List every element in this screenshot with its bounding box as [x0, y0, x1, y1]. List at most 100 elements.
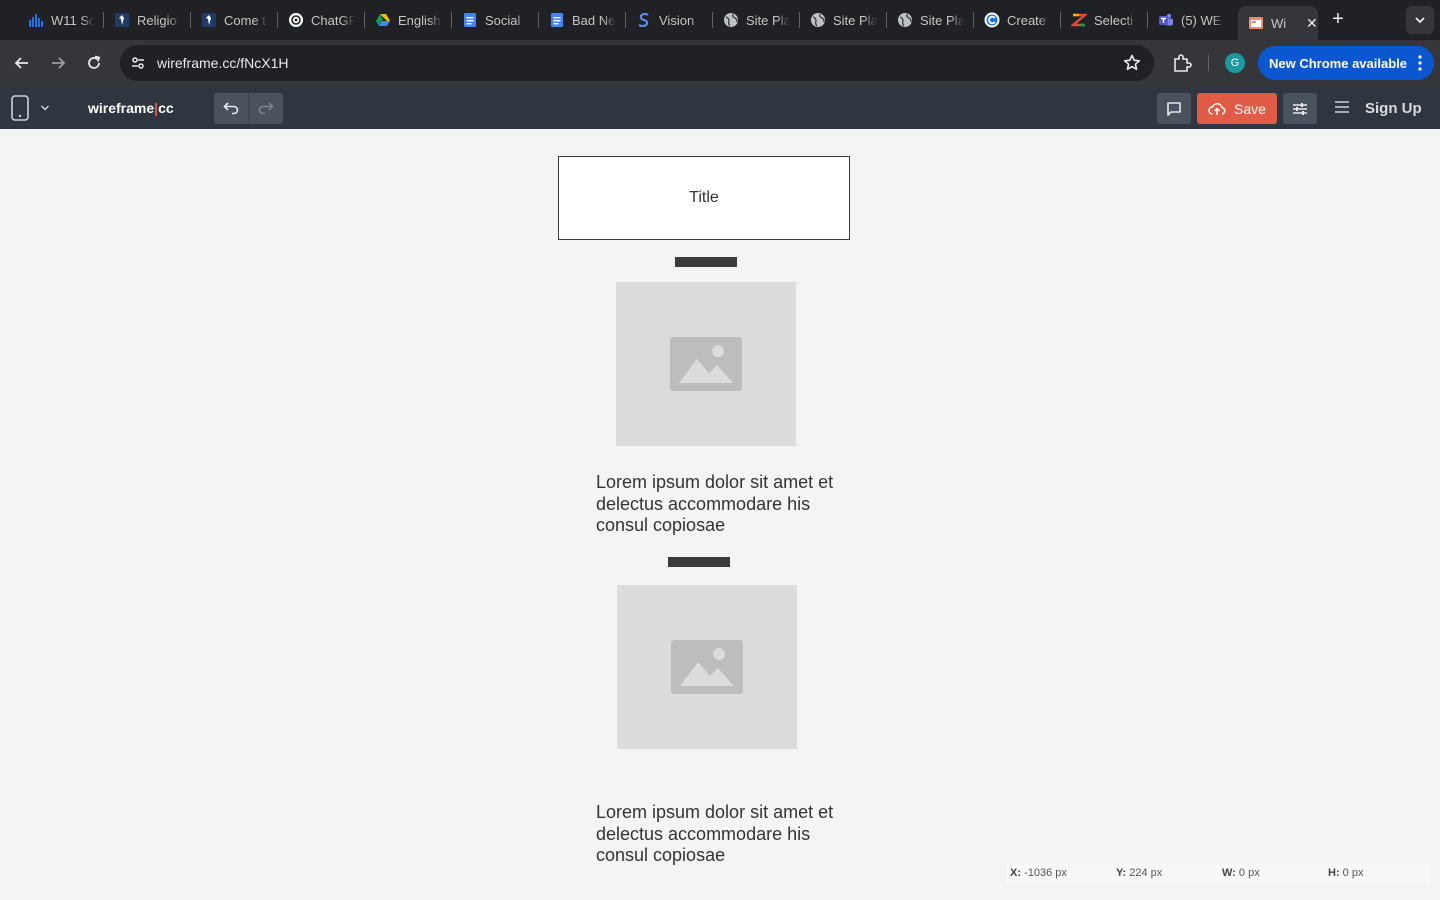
x-readout: X: -1036 px — [1010, 867, 1067, 879]
w-label: W: — [1222, 867, 1236, 879]
brand-logo[interactable]: wireframe|cc — [88, 100, 174, 116]
extensions-icon[interactable] — [1170, 51, 1194, 75]
h-readout: H: 0 px — [1328, 867, 1363, 879]
hamburger-icon — [1335, 101, 1349, 113]
forward-button[interactable] — [46, 51, 70, 75]
toolbar-divider — [1208, 55, 1209, 71]
openai-icon — [288, 12, 304, 28]
image-placeholder[interactable] — [616, 282, 796, 446]
arrow-left-icon — [14, 57, 28, 69]
reload-button[interactable] — [82, 51, 106, 75]
chevron-down-icon — [1415, 17, 1425, 24]
menu-button[interactable] — [1332, 97, 1352, 117]
address-bar[interactable]: wireframe.cc/fNcX1H — [120, 45, 1154, 81]
save-label: Save — [1234, 100, 1266, 117]
cloud-upload-icon — [1208, 102, 1226, 115]
browser-tab[interactable]: (5) WE — [1148, 8, 1225, 32]
tab-title: Create — [1007, 12, 1047, 28]
tab-title: Selecti — [1094, 12, 1134, 28]
wireframe-icon — [1248, 15, 1264, 31]
save-button[interactable]: Save — [1197, 93, 1277, 124]
paragraph-text[interactable]: Lorem ipsum dolor sit amet et delectus a… — [596, 802, 836, 867]
url-text[interactable]: wireframe.cc/fNcX1H — [157, 55, 288, 71]
device-selector[interactable] — [10, 94, 54, 122]
tab-title: Site Pla — [920, 12, 964, 28]
brand-name: wireframe — [88, 100, 155, 116]
browser-tab[interactable]: Selecti — [1061, 8, 1138, 32]
browser-tab[interactable]: Site Pla — [800, 8, 877, 32]
redo-button[interactable] — [248, 93, 282, 124]
new-tab-button[interactable]: + — [1326, 8, 1350, 32]
teams-icon — [1158, 12, 1174, 28]
s-icon — [636, 12, 652, 28]
tab-title: English — [398, 12, 441, 28]
image-icon — [670, 337, 742, 391]
globe-icon — [897, 12, 913, 28]
figure-icon — [114, 12, 130, 28]
browser-tab[interactable]: Site Pla — [887, 8, 964, 32]
settings-button[interactable] — [1283, 93, 1317, 124]
tab-title: Come t — [224, 12, 266, 28]
close-icon[interactable]: ✕ — [1306, 15, 1318, 32]
chrome-update-button[interactable]: New Chrome available — [1258, 46, 1434, 80]
x-label: X: — [1010, 867, 1021, 879]
browser-tab[interactable]: W11 Sc — [18, 8, 95, 32]
chart-icon — [28, 12, 44, 28]
browser-tab[interactable]: Site Pla — [713, 8, 790, 32]
drive-icon — [375, 12, 391, 28]
undo-redo-group — [214, 93, 283, 124]
bookmark-star-icon[interactable] — [1122, 53, 1142, 73]
sign-up-link[interactable]: Sign Up — [1365, 100, 1422, 117]
tab-title: Social — [485, 12, 521, 28]
tab-title: Vision — [659, 12, 695, 28]
browser-tab[interactable]: Vision — [626, 8, 703, 32]
undo-button[interactable] — [214, 93, 248, 124]
chevron-down-icon — [40, 105, 50, 111]
image-icon — [671, 640, 743, 694]
undo-icon — [223, 101, 239, 114]
site-info-icon[interactable] — [128, 53, 148, 73]
tab-title: Bad Ne — [572, 12, 616, 28]
h-value: 0 px — [1342, 867, 1364, 879]
tab-title: Religio — [137, 12, 177, 28]
browser-tab[interactable]: English — [365, 8, 442, 32]
app-header: wireframe|cc Save Sign Up — [0, 86, 1440, 129]
reload-icon — [88, 55, 101, 69]
w-readout: W: 0 px — [1222, 867, 1260, 879]
profile-avatar[interactable]: G — [1225, 53, 1245, 73]
wireframe-canvas[interactable]: Title Lorem ipsum dolor sit amet et dele… — [0, 129, 1440, 900]
browser-tab[interactable]: Come t — [191, 8, 268, 32]
tab-search-button[interactable] — [1406, 6, 1434, 34]
kebab-menu-icon — [1418, 55, 1422, 71]
back-button[interactable] — [10, 51, 34, 75]
comment-button[interactable] — [1157, 93, 1191, 124]
arrow-right-icon — [52, 57, 66, 69]
globe-icon — [810, 12, 826, 28]
browser-tab[interactable]: Social — [452, 8, 529, 32]
browser-tab[interactable]: ChatGF — [278, 8, 355, 32]
x-value: -1036 px — [1024, 867, 1067, 879]
tab-title: ChatGF — [311, 12, 355, 28]
globe-icon — [723, 12, 739, 28]
tab-title: Wi — [1271, 15, 1287, 31]
comment-icon — [1167, 101, 1181, 116]
browser-tab-active[interactable]: Wi ✕ — [1238, 6, 1318, 40]
figure-icon — [201, 12, 217, 28]
tab-title: Site Pla — [833, 12, 877, 28]
browser-tab[interactable]: Create — [974, 8, 1051, 32]
brand-suffix: cc — [158, 100, 174, 116]
paragraph-text[interactable]: Lorem ipsum dolor sit amet et delectus a… — [596, 472, 836, 537]
tab-title: Site Pla — [746, 12, 790, 28]
c-icon — [984, 12, 1000, 28]
browser-tab[interactable]: Religio — [104, 8, 181, 32]
y-value: 224 px — [1129, 867, 1163, 879]
heading-bar[interactable] — [668, 557, 730, 567]
h-label: H: — [1328, 867, 1340, 879]
tab-title: (5) WE — [1181, 12, 1222, 28]
heading-bar[interactable] — [675, 257, 737, 267]
update-label: New Chrome available — [1269, 55, 1407, 71]
title-box[interactable]: Title — [558, 156, 850, 240]
image-placeholder[interactable] — [617, 585, 797, 749]
browser-tab[interactable]: Bad Ne — [539, 8, 616, 32]
sliders-icon — [1293, 102, 1307, 115]
